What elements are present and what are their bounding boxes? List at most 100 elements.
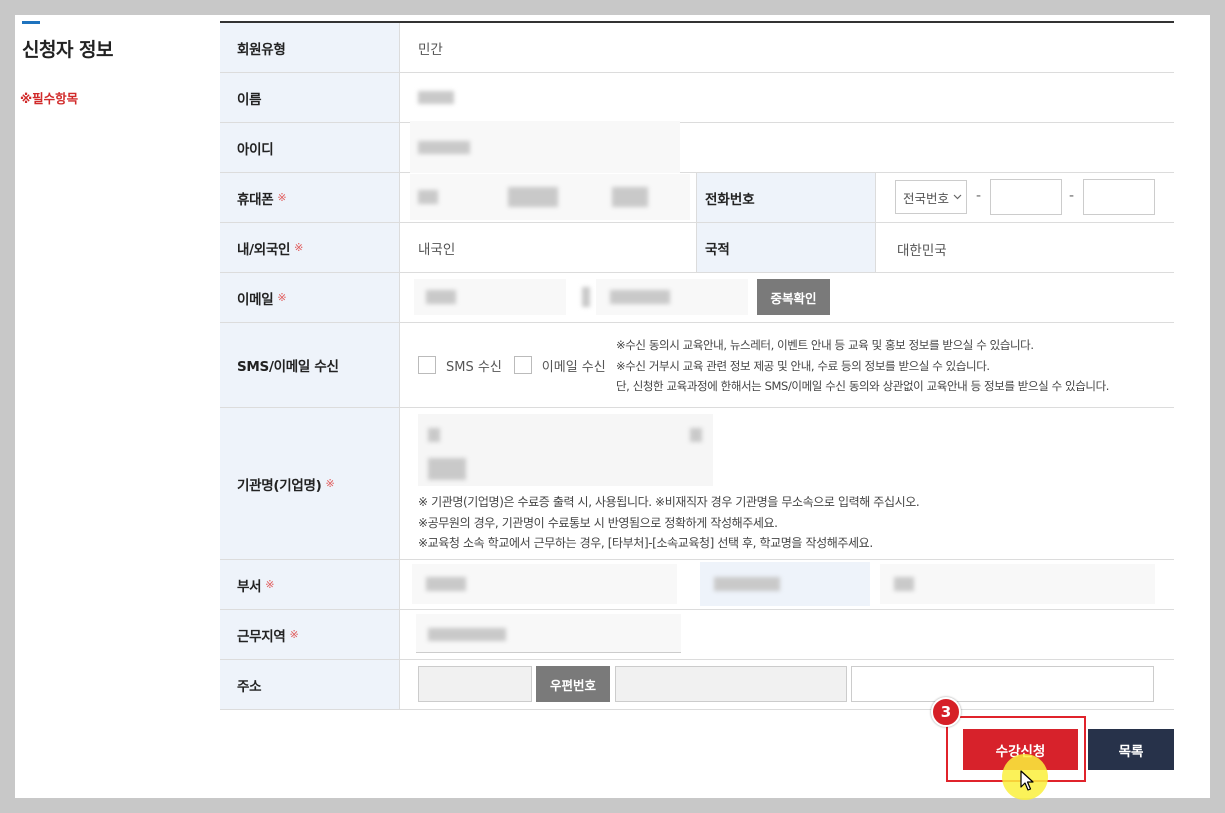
row-department: 부서 ※ — [220, 560, 1174, 610]
label-name: 이름 — [220, 73, 400, 122]
blurred-department-2 — [714, 577, 780, 591]
label-text: 내/외국인 — [237, 241, 291, 258]
row-email: 이메일 ※ 중복확인 — [220, 273, 1174, 323]
notice-line: 단, 신청한 교육과정에 한해서는 SMS/이메일 수신 동의와 상관없이 교육… — [616, 379, 1110, 393]
row-mobile-phone: 휴대폰 ※ 전화번호 전국번호 - - — [220, 173, 1174, 223]
required-mark: ※ — [277, 291, 287, 304]
dash-1: - — [976, 188, 982, 204]
row-sms-email: SMS/이메일 수신 SMS 수신 이메일 수신 ※수신 동의시 교육안내, 뉴… — [220, 323, 1174, 408]
label-text: 회원유형 — [237, 41, 286, 58]
blurred-email-id — [426, 290, 456, 304]
label-department: 부서 ※ — [220, 560, 400, 609]
phone-last-input[interactable] — [1083, 179, 1155, 215]
notice-line: ※수신 동의시 교육안내, 뉴스레터, 이벤트 안내 등 교육 및 홍보 정보를… — [616, 338, 1034, 352]
label-work-region: 근무지역 ※ — [220, 610, 400, 659]
blurred-at — [582, 287, 590, 307]
department-input-3[interactable] — [880, 564, 1155, 604]
label-user-id: 아이디 — [220, 123, 400, 172]
blurred-department-1 — [426, 577, 466, 591]
email-option-label: 이메일 수신 — [541, 359, 606, 375]
label-member-type: 회원유형 — [220, 23, 400, 72]
blurred-org-2 — [690, 428, 702, 442]
sms-checkbox[interactable] — [418, 356, 436, 374]
step-badge: 3 — [931, 697, 961, 727]
label-text: 아이디 — [237, 141, 274, 158]
label-text: 전화번호 — [705, 191, 755, 208]
applicant-form: 회원유형 민간 이름 아이디 휴대폰 ※ 전화번호 전국번호 - - 내/외국인… — [220, 21, 1174, 710]
dash-2: - — [1069, 188, 1075, 204]
zip-code-input[interactable] — [418, 666, 532, 702]
row-name: 이름 — [220, 73, 1174, 123]
notice-line: ※수신 거부시 교육 관련 정보 제공 및 안내, 수료 등의 정보를 받으실 … — [616, 358, 990, 373]
zip-search-button[interactable]: 우편번호 — [536, 666, 610, 702]
label-text: 근무지역 — [237, 628, 286, 645]
work-region-inputs[interactable] — [400, 610, 1174, 659]
address-inputs: 우편번호 — [400, 660, 1174, 709]
select-value: 전국번호 — [903, 190, 950, 206]
required-mark: ※ — [277, 191, 287, 204]
nationality-values: 내국인 국적 대한민국 — [400, 223, 1174, 272]
email-checkbox[interactable] — [513, 356, 532, 374]
label-text: 휴대폰 — [237, 191, 274, 208]
value-user-id — [400, 121, 1174, 173]
required-mark: ※ — [265, 578, 275, 591]
value-nationality: 대한민국 — [897, 243, 947, 259]
row-member-type: 회원유형 민간 — [220, 23, 1174, 73]
page: 신청자 정보 ※필수항목 회원유형 민간 이름 아이디 휴대폰 ※ 전화번호 전… — [15, 15, 1210, 800]
blurred-name — [418, 91, 454, 104]
label-text: 국적 — [705, 241, 730, 258]
label-nationality-type: 내/외국인 ※ — [220, 223, 400, 272]
blurred-mobile-1 — [418, 190, 438, 204]
blurred-mobile-2 — [508, 187, 558, 207]
label-nationality: 국적 — [696, 223, 876, 272]
value-nationality-type: 내국인 — [418, 241, 456, 258]
label-sms-email: SMS/이메일 수신 — [220, 323, 400, 407]
value-member-type: 민간 — [418, 41, 443, 58]
label-email: 이메일 ※ — [220, 273, 400, 322]
label-text: 이름 — [237, 91, 262, 108]
value-name — [400, 73, 1174, 122]
list-button[interactable]: 목록 — [1088, 729, 1174, 770]
blurred-email-domain — [610, 290, 670, 304]
required-mark: ※ — [325, 477, 335, 490]
row-work-region: 근무지역 ※ — [220, 610, 1174, 660]
sms-email-notice: ※수신 동의시 교육안내, 뉴스레터, 이벤트 안내 등 교육 및 홍보 정보를… — [616, 335, 1176, 397]
label-org: 기관명(기업명) ※ — [220, 408, 400, 559]
label-mobile: 휴대폰 ※ — [220, 173, 400, 222]
address-detail-input[interactable] — [851, 666, 1154, 702]
phone-area-select[interactable]: 전국번호 — [895, 180, 967, 214]
cursor-icon — [1020, 770, 1034, 791]
label-text: 기관명(기업명) — [237, 477, 322, 494]
required-mark: ※ — [289, 628, 299, 641]
blurred-org-3 — [428, 458, 466, 480]
blurred-user-id — [418, 141, 470, 154]
org-inputs: ※ 기관명(기업명)은 수료증 출력 시, 사용됩니다. ※비재직자 경우 기관… — [400, 408, 1174, 559]
chevron-down-icon — [953, 194, 962, 200]
notice-line: ※교육청 소속 학교에서 근무하는 경우, [타부처]-[소속교육청] 선택 후… — [418, 536, 873, 550]
label-phone: 전화번호 — [696, 173, 876, 222]
section-title: 신청자 정보 — [22, 39, 114, 61]
blurred-mobile-3 — [612, 187, 648, 207]
label-text: SMS/이메일 수신 — [237, 359, 339, 375]
title-accent-bar — [22, 21, 40, 24]
row-org: 기관명(기업명) ※ ※ 기관명(기업명)은 수료증 출력 시, 사용됩니다. ※… — [220, 408, 1174, 560]
email-duplicate-check-button[interactable]: 중복확인 — [757, 279, 830, 315]
label-address: 주소 — [220, 660, 400, 709]
department-inputs[interactable] — [400, 560, 1174, 609]
mobile-inputs[interactable]: 전화번호 전국번호 - - — [400, 173, 1174, 222]
label-text: 이메일 — [237, 291, 274, 308]
notice-line: ※ 기관명(기업명)은 수료증 출력 시, 사용됩니다. ※비재직자 경우 기관… — [418, 495, 920, 509]
email-inputs[interactable]: 중복확인 — [400, 273, 1174, 322]
notice-line: ※공무원의 경우, 기관명이 수료통보 시 반영됨으로 정확하게 작성해주세요. — [418, 515, 778, 530]
sms-email-options: SMS 수신 이메일 수신 ※수신 동의시 교육안내, 뉴스레터, 이벤트 안내… — [400, 323, 1174, 407]
row-user-id: 아이디 — [220, 121, 1174, 173]
label-text: 주소 — [237, 678, 262, 695]
required-note: ※필수항목 — [20, 91, 79, 106]
address-main-input[interactable] — [615, 666, 847, 702]
org-notice: ※ 기관명(기업명)은 수료증 출력 시, 사용됩니다. ※비재직자 경우 기관… — [418, 492, 920, 554]
row-nationality: 내/외국인 ※ 내국인 국적 대한민국 — [220, 223, 1174, 273]
blurred-department-3 — [894, 577, 914, 591]
blurred-org-1 — [428, 428, 440, 442]
row-address: 주소 우편번호 — [220, 660, 1174, 710]
phone-middle-input[interactable] — [990, 179, 1062, 215]
